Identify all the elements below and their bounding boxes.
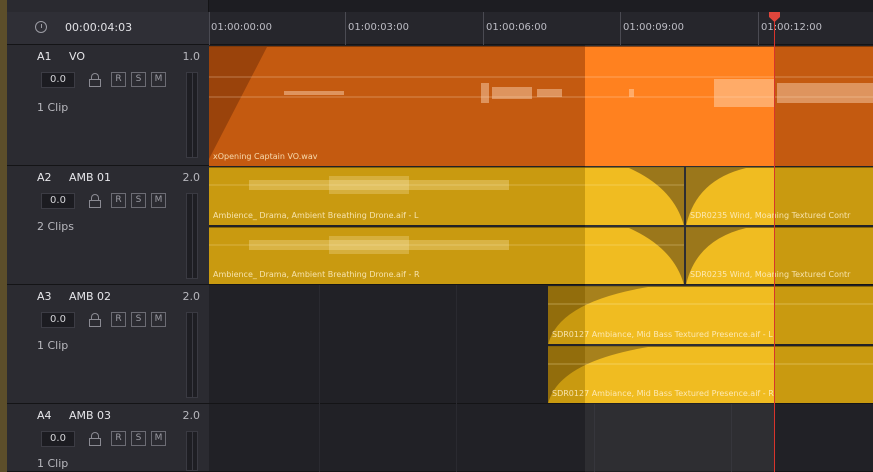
selection-range [585, 45, 775, 472]
clip-label: Ambience_ Drama, Ambient Breathing Drone… [213, 270, 420, 279]
volume-field[interactable]: 0.0 [41, 312, 75, 328]
mute-button[interactable]: M [151, 431, 166, 446]
track-level: 2.0 [182, 171, 201, 184]
clip-count: 2 Clips [37, 220, 75, 233]
grid-line [456, 285, 457, 472]
solo-button[interactable]: S [131, 193, 146, 208]
lock-icon[interactable] [89, 73, 101, 87]
timeline-area[interactable]: 01:00:00:00 01:00:03:00 01:00:06:00 01:0… [209, 0, 873, 472]
clip-count: 1 Clip [37, 101, 69, 114]
clip-label: Ambience_ Drama, Ambient Breathing Drone… [213, 211, 419, 220]
playhead-line[interactable] [774, 20, 775, 472]
ruler-label: 01:00:03:00 [348, 22, 410, 33]
clip-label: xOpening Captain VO.wav [213, 152, 318, 161]
audio-meter [186, 312, 198, 398]
volume-field[interactable]: 0.0 [41, 431, 75, 447]
grid-line [319, 285, 320, 472]
clip-count: 1 Clip [37, 339, 69, 352]
mute-button[interactable]: M [151, 72, 166, 87]
ruler-tick [758, 12, 759, 45]
ruler-label: 01:00:00:00 [211, 22, 273, 33]
track-name[interactable]: AMB 03 [69, 409, 111, 422]
track-header-a1[interactable]: A1 VO 1.0 0.0 R S M 1 Clip [7, 45, 209, 166]
timecode-display[interactable]: 00:00:04:03 [7, 12, 209, 45]
volume-field[interactable]: 0.0 [41, 72, 75, 88]
track-name[interactable]: AMB 02 [69, 290, 111, 303]
audio-meter [186, 431, 198, 471]
track-id: A2 [37, 171, 52, 184]
track-level: 2.0 [182, 409, 201, 422]
mute-button[interactable]: M [151, 193, 166, 208]
audio-meter [186, 72, 198, 158]
track-id: A4 [37, 409, 52, 422]
track-header-a3[interactable]: A3 AMB 02 2.0 0.0 R S M 1 Clip [7, 285, 209, 404]
track-level: 2.0 [182, 290, 201, 303]
audio-meter [186, 193, 198, 279]
record-arm-button[interactable]: R [111, 312, 126, 327]
record-arm-button[interactable]: R [111, 431, 126, 446]
track-name[interactable]: VO [69, 50, 85, 63]
record-arm-button[interactable]: R [111, 193, 126, 208]
track-header-a2[interactable]: A2 AMB 01 2.0 0.0 R S M 2 Clips [7, 166, 209, 285]
ruler-tick [483, 12, 484, 45]
lock-icon[interactable] [89, 313, 101, 327]
ruler-tick [209, 12, 210, 45]
ruler-tick [620, 12, 621, 45]
lock-icon[interactable] [89, 432, 101, 446]
lock-icon[interactable] [89, 194, 101, 208]
clock-icon [35, 21, 47, 33]
track-header-panel: 00:00:04:03 A1 VO 1.0 0.0 R S M 1 Clip A… [0, 0, 209, 472]
track-header-a4[interactable]: A4 AMB 03 2.0 0.0 R S M 1 Clip [7, 404, 209, 472]
solo-button[interactable]: S [131, 431, 146, 446]
ruler-tick [345, 12, 346, 45]
track-level: 1.0 [182, 50, 201, 63]
track-id: A3 [37, 290, 52, 303]
ruler-label: 01:00:06:00 [486, 22, 548, 33]
track-name[interactable]: AMB 01 [69, 171, 111, 184]
solo-button[interactable]: S [131, 312, 146, 327]
volume-field[interactable]: 0.0 [41, 193, 75, 209]
timecode-value: 00:00:04:03 [65, 21, 133, 34]
ruler-label: 01:00:12:00 [761, 22, 823, 33]
track-color-strip [0, 0, 7, 472]
clip-count: 1 Clip [37, 457, 69, 470]
track-id: A1 [37, 50, 52, 63]
solo-button[interactable]: S [131, 72, 146, 87]
ruler-label: 01:00:09:00 [623, 22, 685, 33]
mute-button[interactable]: M [151, 312, 166, 327]
record-arm-button[interactable]: R [111, 72, 126, 87]
